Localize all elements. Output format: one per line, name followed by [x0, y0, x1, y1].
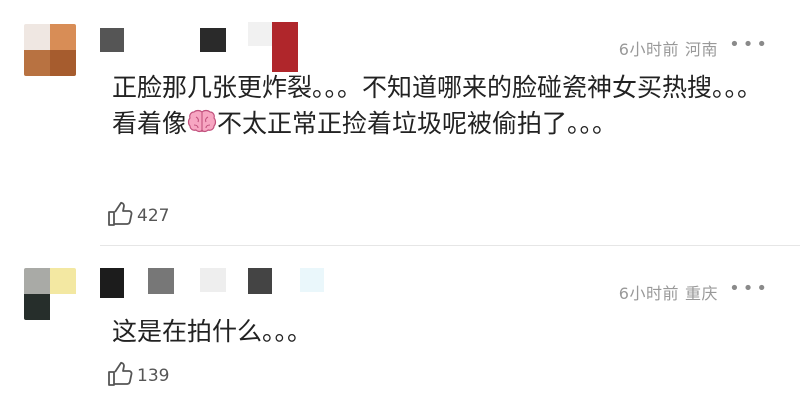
like-count: 427 [137, 206, 170, 226]
like-count: 139 [137, 366, 170, 386]
username[interactable] [100, 22, 298, 72]
more-dots-icon[interactable]: ••• [729, 278, 770, 299]
comment-time: 6小时前 [618, 284, 679, 303]
comment-location: 重庆 [684, 284, 718, 303]
thumbs-up-icon [108, 361, 133, 386]
thumbs-up-icon [108, 201, 133, 226]
comment-item: 6小时前 重庆 ••• 这是在拍什么。。。 139 [0, 246, 800, 417]
comment-text-part: 不太正常正捡着垃圾呢被偷拍了。。。 [217, 109, 618, 138]
brain-emoji-icon [187, 109, 217, 133]
comment-time: 6小时前 [618, 40, 679, 59]
like-button[interactable]: 427 [106, 200, 169, 228]
like-button[interactable]: 139 [106, 360, 169, 388]
comment-text: 这是在拍什么。。。 [112, 317, 313, 346]
comment-text: 正脸那几张更炸裂。。。不知道哪来的脸碰瓷神女买热搜。。。看着像 不太正常正捡着垃圾… [112, 70, 772, 142]
comment-meta: 6小时前 河南 [619, 36, 718, 60]
avatar[interactable] [24, 24, 76, 76]
username[interactable] [100, 268, 324, 298]
more-dots-icon[interactable]: ••• [729, 34, 770, 55]
avatar[interactable] [24, 268, 76, 320]
comment-item: 6小时前 河南 ••• 正脸那几张更炸裂。。。不知道哪来的脸碰瓷神女买热搜。。。看… [0, 0, 800, 246]
comment-location: 河南 [684, 40, 718, 59]
comment-meta: 6小时前 重庆 [619, 280, 718, 304]
